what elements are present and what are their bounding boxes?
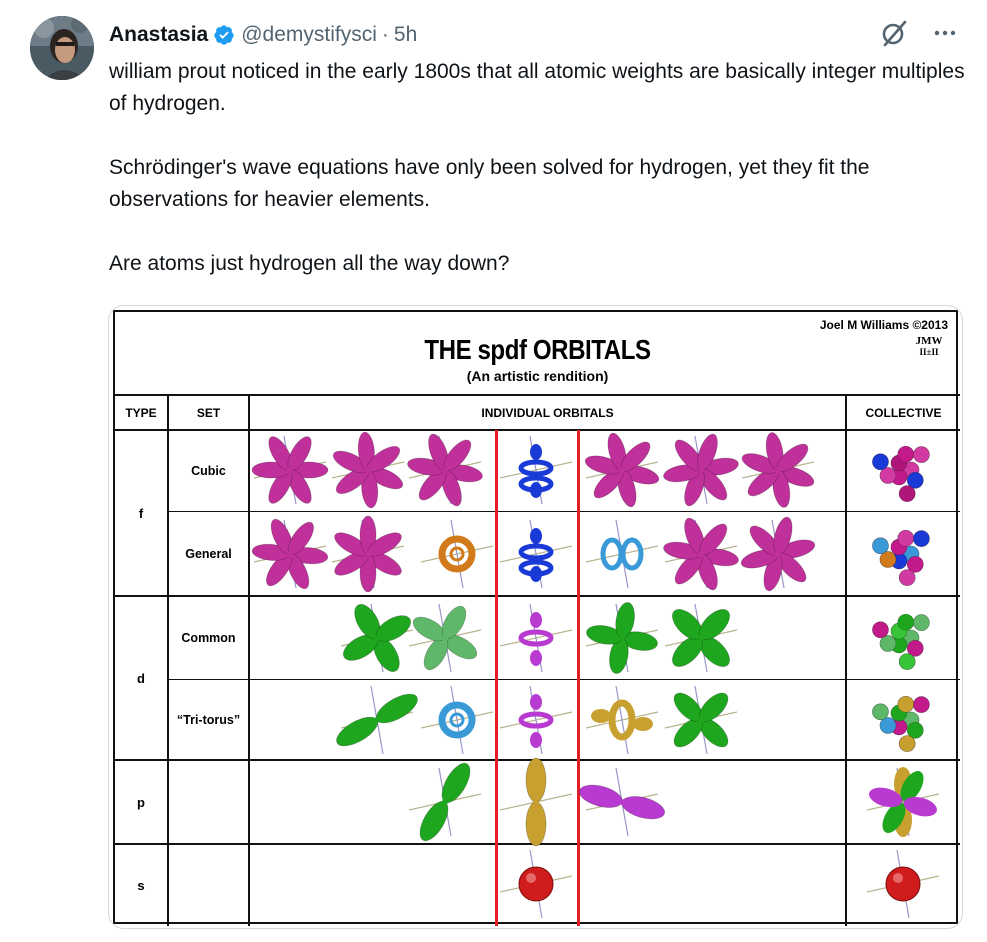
orbital-illustrations: [251, 431, 940, 919]
orbitals-chart: Joel M Williams ©2013 JMW II±II THE spdf…: [113, 310, 960, 926]
more-icon[interactable]: [931, 19, 959, 47]
f-orbital: [407, 433, 483, 507]
separator-dot: ·: [381, 23, 389, 46]
d-orbital: [664, 603, 738, 673]
p-collective: [866, 767, 940, 837]
s-orbital: [499, 849, 573, 919]
tweet-paragraph-1: william prout noticed in the early 1800s…: [109, 60, 965, 115]
f-orbital: [331, 431, 405, 509]
f-orbital: [251, 435, 329, 505]
timestamp[interactable]: 5h: [394, 23, 417, 47]
s-collective: [866, 849, 940, 919]
f-collective: [872, 445, 930, 502]
d-orbital: [499, 603, 573, 673]
tweet-text: william prout noticed in the early 1800s…: [109, 56, 969, 280]
f-orbital: [420, 519, 494, 589]
f-orbital: [740, 516, 816, 592]
d-orbital: [420, 685, 494, 755]
d-orbital: [408, 603, 482, 673]
f-orbital: [251, 518, 329, 590]
d-orbital: [664, 685, 738, 755]
grok-icon[interactable]: [879, 18, 909, 48]
tweet-image[interactable]: Joel M Williams ©2013 JMW II±II THE spdf…: [108, 305, 963, 929]
f-orbital: [584, 432, 660, 508]
d-orbital: [585, 602, 659, 674]
tweet[interactable]: Anastasia @demystifysci · 5h william pro…: [0, 0, 987, 942]
f-orbital: [499, 519, 573, 589]
tweet-paragraph-3: Are atoms just hydrogen all the way down…: [109, 252, 510, 275]
f-collective: [872, 529, 930, 586]
d-orbital: [499, 685, 573, 755]
f-orbital: [585, 519, 659, 589]
d-orbital: [336, 685, 418, 755]
tweet-header: Anastasia @demystifysci · 5h: [109, 20, 417, 50]
avatar-image: [30, 16, 94, 80]
verified-badge-icon: [214, 25, 234, 45]
d-collective: [872, 695, 930, 752]
p-orbital: [499, 757, 573, 847]
f-orbital: [499, 435, 573, 505]
author-name[interactable]: Anastasia: [109, 23, 208, 47]
p-orbital: [578, 767, 666, 837]
tweet-paragraph-2: Schrödinger's wave equations have only b…: [109, 156, 870, 211]
avatar[interactable]: [30, 16, 94, 80]
author-handle[interactable]: @demystifysci: [241, 23, 377, 47]
f-orbital: [663, 517, 739, 591]
p-orbital: [408, 762, 482, 842]
d-orbital: [585, 685, 659, 755]
f-orbital: [331, 515, 405, 593]
tweet-actions: [879, 18, 959, 48]
f-orbital: [741, 432, 815, 508]
d-orbital: [340, 603, 414, 673]
f-orbital: [663, 433, 739, 507]
d-collective: [872, 613, 930, 670]
